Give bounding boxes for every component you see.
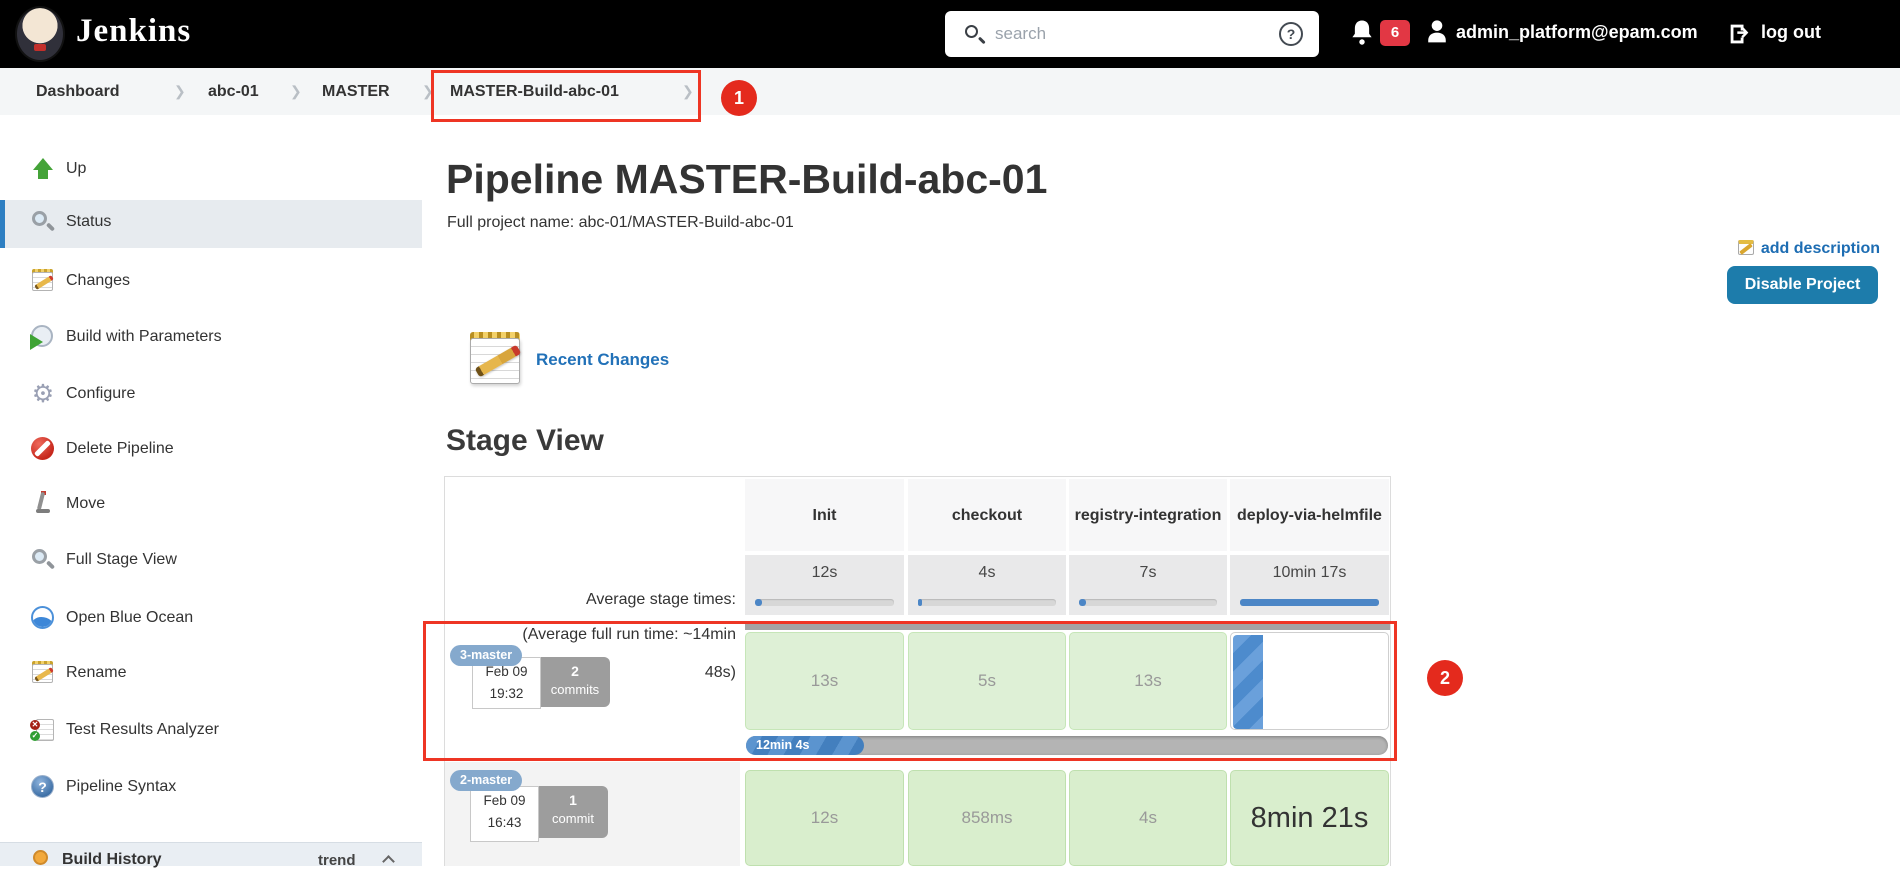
sidebar-item-build-with-parameters[interactable]: Build with Parameters bbox=[0, 324, 422, 354]
magnifier-icon bbox=[30, 209, 56, 235]
notification-count-badge[interactable]: 6 bbox=[1380, 20, 1410, 46]
blue-ocean-icon bbox=[30, 605, 56, 631]
stage-cell-registry[interactable]: 4s bbox=[1069, 770, 1227, 866]
hand-truck-icon bbox=[30, 491, 56, 517]
page-title: Pipeline MASTER-Build-abc-01 bbox=[446, 156, 1047, 203]
average-stage-time-init: 12s bbox=[745, 555, 904, 615]
average-stage-time-registry: 7s bbox=[1069, 555, 1227, 615]
stage-cell-checkout[interactable]: 858ms bbox=[908, 770, 1066, 866]
annotation-step-1: 1 bbox=[721, 80, 757, 116]
chevron-right-icon: ❯ bbox=[290, 68, 302, 115]
logout-link[interactable]: log out bbox=[1761, 22, 1821, 43]
build-clock-icon bbox=[30, 324, 56, 350]
annotation-step-2: 2 bbox=[1427, 660, 1463, 696]
search-icon bbox=[965, 25, 978, 38]
stage-cell-deploy[interactable]: 8min 21s bbox=[1230, 770, 1389, 866]
jenkins-brand[interactable]: Jenkins bbox=[76, 13, 191, 50]
annotation-box-2 bbox=[423, 621, 1397, 761]
stage-column-header-registry-integration: registry-integration bbox=[1069, 479, 1227, 551]
search-input[interactable] bbox=[995, 19, 1255, 49]
stage-column-header-deploy-via-helmfile: deploy-via-helmfile bbox=[1230, 479, 1389, 551]
stage-view-heading: Stage View bbox=[446, 424, 604, 458]
logout-icon bbox=[1726, 20, 1754, 48]
notepad-icon bbox=[30, 268, 56, 294]
sidebar-item-open-blue-ocean[interactable]: Open Blue Ocean bbox=[0, 605, 422, 635]
build-history-label[interactable]: Build History bbox=[62, 851, 162, 869]
sidebar-item-up[interactable]: Up bbox=[0, 156, 422, 186]
build-name-pill[interactable]: 2-master bbox=[450, 770, 522, 791]
question-circle-icon: ? bbox=[30, 774, 56, 800]
average-stage-time-checkout: 4s bbox=[908, 555, 1066, 615]
full-project-name: Full project name: abc-01/MASTER-Build-a… bbox=[447, 214, 794, 232]
build-history-trend-link[interactable]: trend bbox=[318, 852, 356, 869]
gear-icon: ⚙ bbox=[30, 381, 56, 407]
stage-column-header-checkout: checkout bbox=[908, 479, 1066, 551]
jenkins-logo[interactable] bbox=[15, 6, 65, 62]
sidebar-item-rename[interactable]: Rename bbox=[0, 660, 422, 690]
average-bar bbox=[1240, 599, 1379, 606]
recent-changes-icon bbox=[466, 330, 528, 386]
sidebar-item-move[interactable]: Move bbox=[0, 491, 422, 521]
annotation-box-1 bbox=[431, 70, 701, 122]
build-date-box[interactable]: Feb 09 16:43 bbox=[470, 786, 539, 842]
notification-bell-icon[interactable] bbox=[1347, 18, 1377, 50]
sidebar-item-pipeline-syntax[interactable]: ? Pipeline Syntax bbox=[0, 774, 422, 804]
user-icon bbox=[1423, 17, 1451, 47]
top-bar: Jenkins ? 6 admin_platform@epam.com log … bbox=[0, 0, 1900, 68]
build-history-clock-icon bbox=[33, 850, 48, 865]
sidebar-item-status[interactable]: Status bbox=[0, 209, 422, 239]
up-arrow-icon bbox=[30, 156, 56, 182]
magnifier-icon bbox=[30, 547, 56, 573]
sidebar-item-full-stage-view[interactable]: Full Stage View bbox=[0, 547, 422, 577]
build-commits-box[interactable]: 1 commit bbox=[538, 786, 608, 838]
jenkins-logo-bow bbox=[34, 44, 46, 51]
stage-cell-init[interactable]: 12s bbox=[745, 770, 904, 866]
user-email[interactable]: admin_platform@epam.com bbox=[1456, 22, 1698, 43]
sidebar-item-test-results-analyzer[interactable]: ✕✓ Test Results Analyzer bbox=[0, 717, 422, 747]
disable-project-button[interactable]: Disable Project bbox=[1727, 266, 1878, 304]
edit-description-icon bbox=[1738, 240, 1754, 255]
delete-ban-icon bbox=[30, 436, 56, 462]
add-description-link[interactable]: add description bbox=[1761, 240, 1880, 257]
average-bar bbox=[918, 599, 1056, 606]
average-stage-time-deploy: 10min 17s bbox=[1230, 555, 1389, 615]
notepad-icon bbox=[30, 660, 56, 686]
build-history-bar: Build History trend bbox=[0, 842, 422, 866]
chevron-right-icon: ❯ bbox=[174, 68, 186, 115]
breadcrumb-item-branch[interactable]: MASTER bbox=[322, 68, 390, 115]
add-description[interactable]: add description bbox=[1640, 240, 1880, 260]
search-box: ? bbox=[945, 11, 1319, 57]
average-stage-times-label: Average stage times: bbox=[400, 591, 736, 609]
breadcrumb-item-folder[interactable]: abc-01 bbox=[208, 68, 259, 115]
average-bar bbox=[755, 599, 894, 606]
breadcrumb: Dashboard ❯ abc-01 ❯ MASTER ❯ MASTER-Bui… bbox=[0, 68, 1900, 115]
average-bar bbox=[1079, 599, 1217, 606]
breadcrumb-item-dashboard[interactable]: Dashboard bbox=[36, 68, 120, 115]
recent-changes-link[interactable]: Recent Changes bbox=[536, 350, 669, 370]
sidebar-item-configure[interactable]: ⚙ Configure bbox=[0, 381, 422, 411]
sidebar-item-changes[interactable]: Changes bbox=[0, 268, 422, 298]
stage-column-header-init: Init bbox=[745, 479, 904, 551]
test-results-icon: ✕✓ bbox=[30, 717, 56, 743]
sidebar-item-delete-pipeline[interactable]: Delete Pipeline bbox=[0, 436, 422, 466]
search-help-icon[interactable]: ? bbox=[1279, 22, 1303, 46]
